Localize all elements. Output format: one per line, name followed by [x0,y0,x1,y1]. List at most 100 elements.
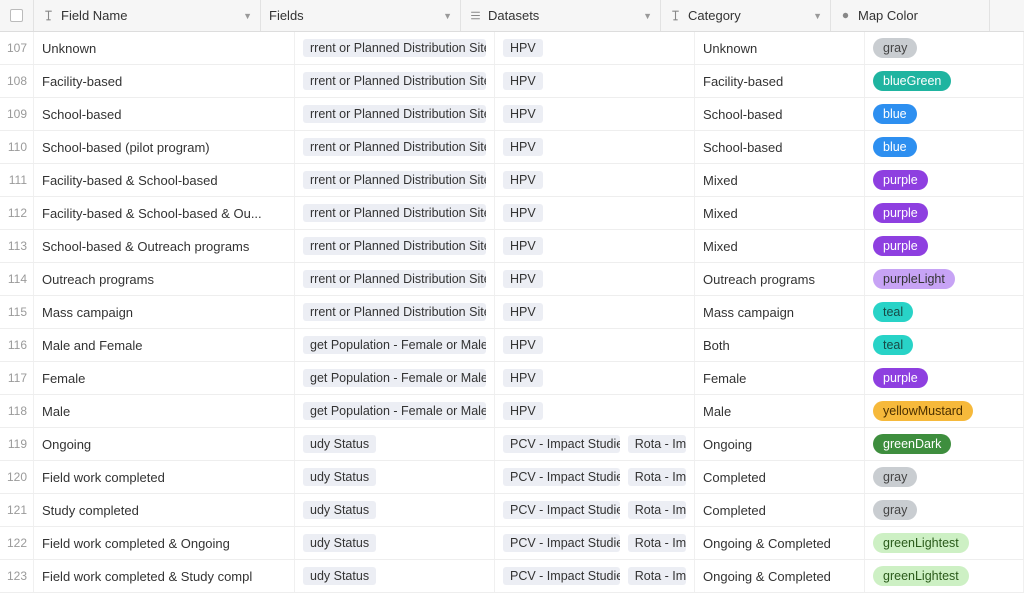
field-tag[interactable]: udy Status [303,435,376,453]
cell-fields[interactable]: udy Status [295,560,495,592]
cell-datasets[interactable]: HPV [495,395,695,427]
table-row[interactable]: 123Field work completed & Study compludy… [0,560,1024,593]
cell-datasets[interactable]: HPV [495,32,695,64]
map-color-pill[interactable]: blue [873,137,917,157]
dataset-tag[interactable]: PCV - Impact Studies [503,468,620,486]
field-tag[interactable]: rrent or Planned Distribution Site [303,138,486,156]
cell-field-name[interactable]: Female [34,362,295,394]
map-color-pill[interactable]: gray [873,467,917,487]
table-row[interactable]: 107Unknownrrent or Planned Distribution … [0,32,1024,65]
dataset-tag[interactable]: HPV [503,105,543,123]
table-row[interactable]: 112Facility-based & School-based & Ou...… [0,197,1024,230]
cell-datasets[interactable]: PCV - Impact StudiesRota - Im [495,461,695,493]
field-tag[interactable]: get Population - Female or Male [303,336,486,354]
cell-field-name[interactable]: Mass campaign [34,296,295,328]
cell-category[interactable]: Ongoing [695,428,865,460]
cell-field-name[interactable]: Male and Female [34,329,295,361]
cell-datasets[interactable]: HPV [495,329,695,361]
map-color-pill[interactable]: blue [873,104,917,124]
cell-map-color[interactable]: purple [865,362,1024,394]
table-row[interactable]: 119Ongoingudy StatusPCV - Impact Studies… [0,428,1024,461]
cell-field-name[interactable]: Facility-based & School-based [34,164,295,196]
cell-fields[interactable]: rrent or Planned Distribution Site [295,164,495,196]
column-header-map-color[interactable]: Map Color [831,0,990,31]
cell-fields[interactable]: udy Status [295,494,495,526]
table-row[interactable]: 121Study completedudy StatusPCV - Impact… [0,494,1024,527]
column-header-category[interactable]: Category ▼ [661,0,831,31]
map-color-pill[interactable]: teal [873,335,913,355]
dataset-tag[interactable]: Rota - Im [628,567,686,585]
cell-map-color[interactable]: purple [865,197,1024,229]
cell-map-color[interactable]: blueGreen [865,65,1024,97]
cell-map-color[interactable]: purple [865,164,1024,196]
map-color-pill[interactable]: teal [873,302,913,322]
field-tag[interactable]: udy Status [303,468,376,486]
cell-datasets[interactable]: PCV - Impact Studies Rota - Im [495,560,695,592]
dataset-tag[interactable]: HPV [503,138,543,156]
cell-fields[interactable]: udy Status [295,428,495,460]
cell-map-color[interactable]: purple [865,230,1024,262]
cell-field-name[interactable]: Field work completed & Study compl [34,560,295,592]
table-row[interactable]: 116Male and Femaleget Population - Femal… [0,329,1024,362]
dataset-tag[interactable]: PCV - Impact Studies [503,567,620,585]
field-tag[interactable]: udy Status [303,567,376,585]
cell-map-color[interactable]: gray [865,494,1024,526]
dataset-tag[interactable]: HPV [503,369,543,387]
dataset-tag[interactable]: HPV [503,171,543,189]
cell-map-color[interactable]: blue [865,131,1024,163]
cell-category[interactable]: Both [695,329,865,361]
cell-field-name[interactable]: Outreach programs [34,263,295,295]
map-color-pill[interactable]: purpleLight [873,269,955,289]
dataset-tag[interactable]: HPV [503,336,543,354]
table-row[interactable]: 111Facility-based & School-basedrrent or… [0,164,1024,197]
cell-category[interactable]: Mixed [695,197,865,229]
cell-category[interactable]: School-based [695,98,865,130]
map-color-pill[interactable]: purple [873,203,928,223]
cell-fields[interactable]: get Population - Female or Male [295,329,495,361]
table-row[interactable]: 120Field work completedudy StatusPCV - I… [0,461,1024,494]
table-row[interactable]: 108Facility-basedrrent or Planned Distri… [0,65,1024,98]
map-color-pill[interactable]: greenDark [873,434,951,454]
dataset-tag[interactable]: HPV [503,39,543,57]
cell-datasets[interactable]: HPV [495,296,695,328]
cell-category[interactable]: Female [695,362,865,394]
map-color-pill[interactable]: gray [873,500,917,520]
cell-map-color[interactable]: blue [865,98,1024,130]
cell-fields[interactable]: rrent or Planned Distribution Site [295,197,495,229]
cell-category[interactable]: Facility-based [695,65,865,97]
cell-fields[interactable]: udy Status [295,461,495,493]
chevron-down-icon[interactable]: ▼ [443,11,452,21]
field-tag[interactable]: rrent or Planned Distribution Site [303,105,486,123]
column-header-fields[interactable]: Fields ▼ [261,0,461,31]
field-tag[interactable]: rrent or Planned Distribution Site [303,72,486,90]
cell-category[interactable]: Completed [695,494,865,526]
field-tag[interactable]: udy Status [303,534,376,552]
select-all-checkbox[interactable] [10,9,23,22]
dataset-tag[interactable]: PCV - Impact Studies [503,501,620,519]
cell-category[interactable]: Unknown [695,32,865,64]
map-color-pill[interactable]: purple [873,236,928,256]
cell-fields[interactable]: rrent or Planned Distribution Site [295,230,495,262]
cell-fields[interactable]: rrent or Planned Distribution Site [295,32,495,64]
map-color-pill[interactable]: greenLightest [873,566,969,586]
cell-map-color[interactable]: gray [865,461,1024,493]
cell-field-name[interactable]: Facility-based [34,65,295,97]
cell-map-color[interactable]: greenDark [865,428,1024,460]
cell-fields[interactable]: get Population - Female or Male [295,362,495,394]
table-row[interactable]: 115Mass campaignrrent or Planned Distrib… [0,296,1024,329]
field-tag[interactable]: rrent or Planned Distribution Site [303,270,486,288]
column-header-field-name[interactable]: Field Name ▼ [34,0,261,31]
dataset-tag[interactable]: HPV [503,402,543,420]
map-color-pill[interactable]: purple [873,368,928,388]
field-tag[interactable]: rrent or Planned Distribution Site [303,39,486,57]
cell-datasets[interactable]: HPV [495,197,695,229]
cell-fields[interactable]: rrent or Planned Distribution Site [295,131,495,163]
table-row[interactable]: 117Femaleget Population - Female or Male… [0,362,1024,395]
cell-datasets[interactable]: HPV [495,362,695,394]
cell-map-color[interactable]: purpleLight [865,263,1024,295]
table-row[interactable]: 118Maleget Population - Female or MaleHP… [0,395,1024,428]
table-row[interactable]: 109School-basedrrent or Planned Distribu… [0,98,1024,131]
cell-field-name[interactable]: School-based & Outreach programs [34,230,295,262]
field-tag[interactable]: rrent or Planned Distribution Site [303,171,486,189]
cell-map-color[interactable]: teal [865,296,1024,328]
